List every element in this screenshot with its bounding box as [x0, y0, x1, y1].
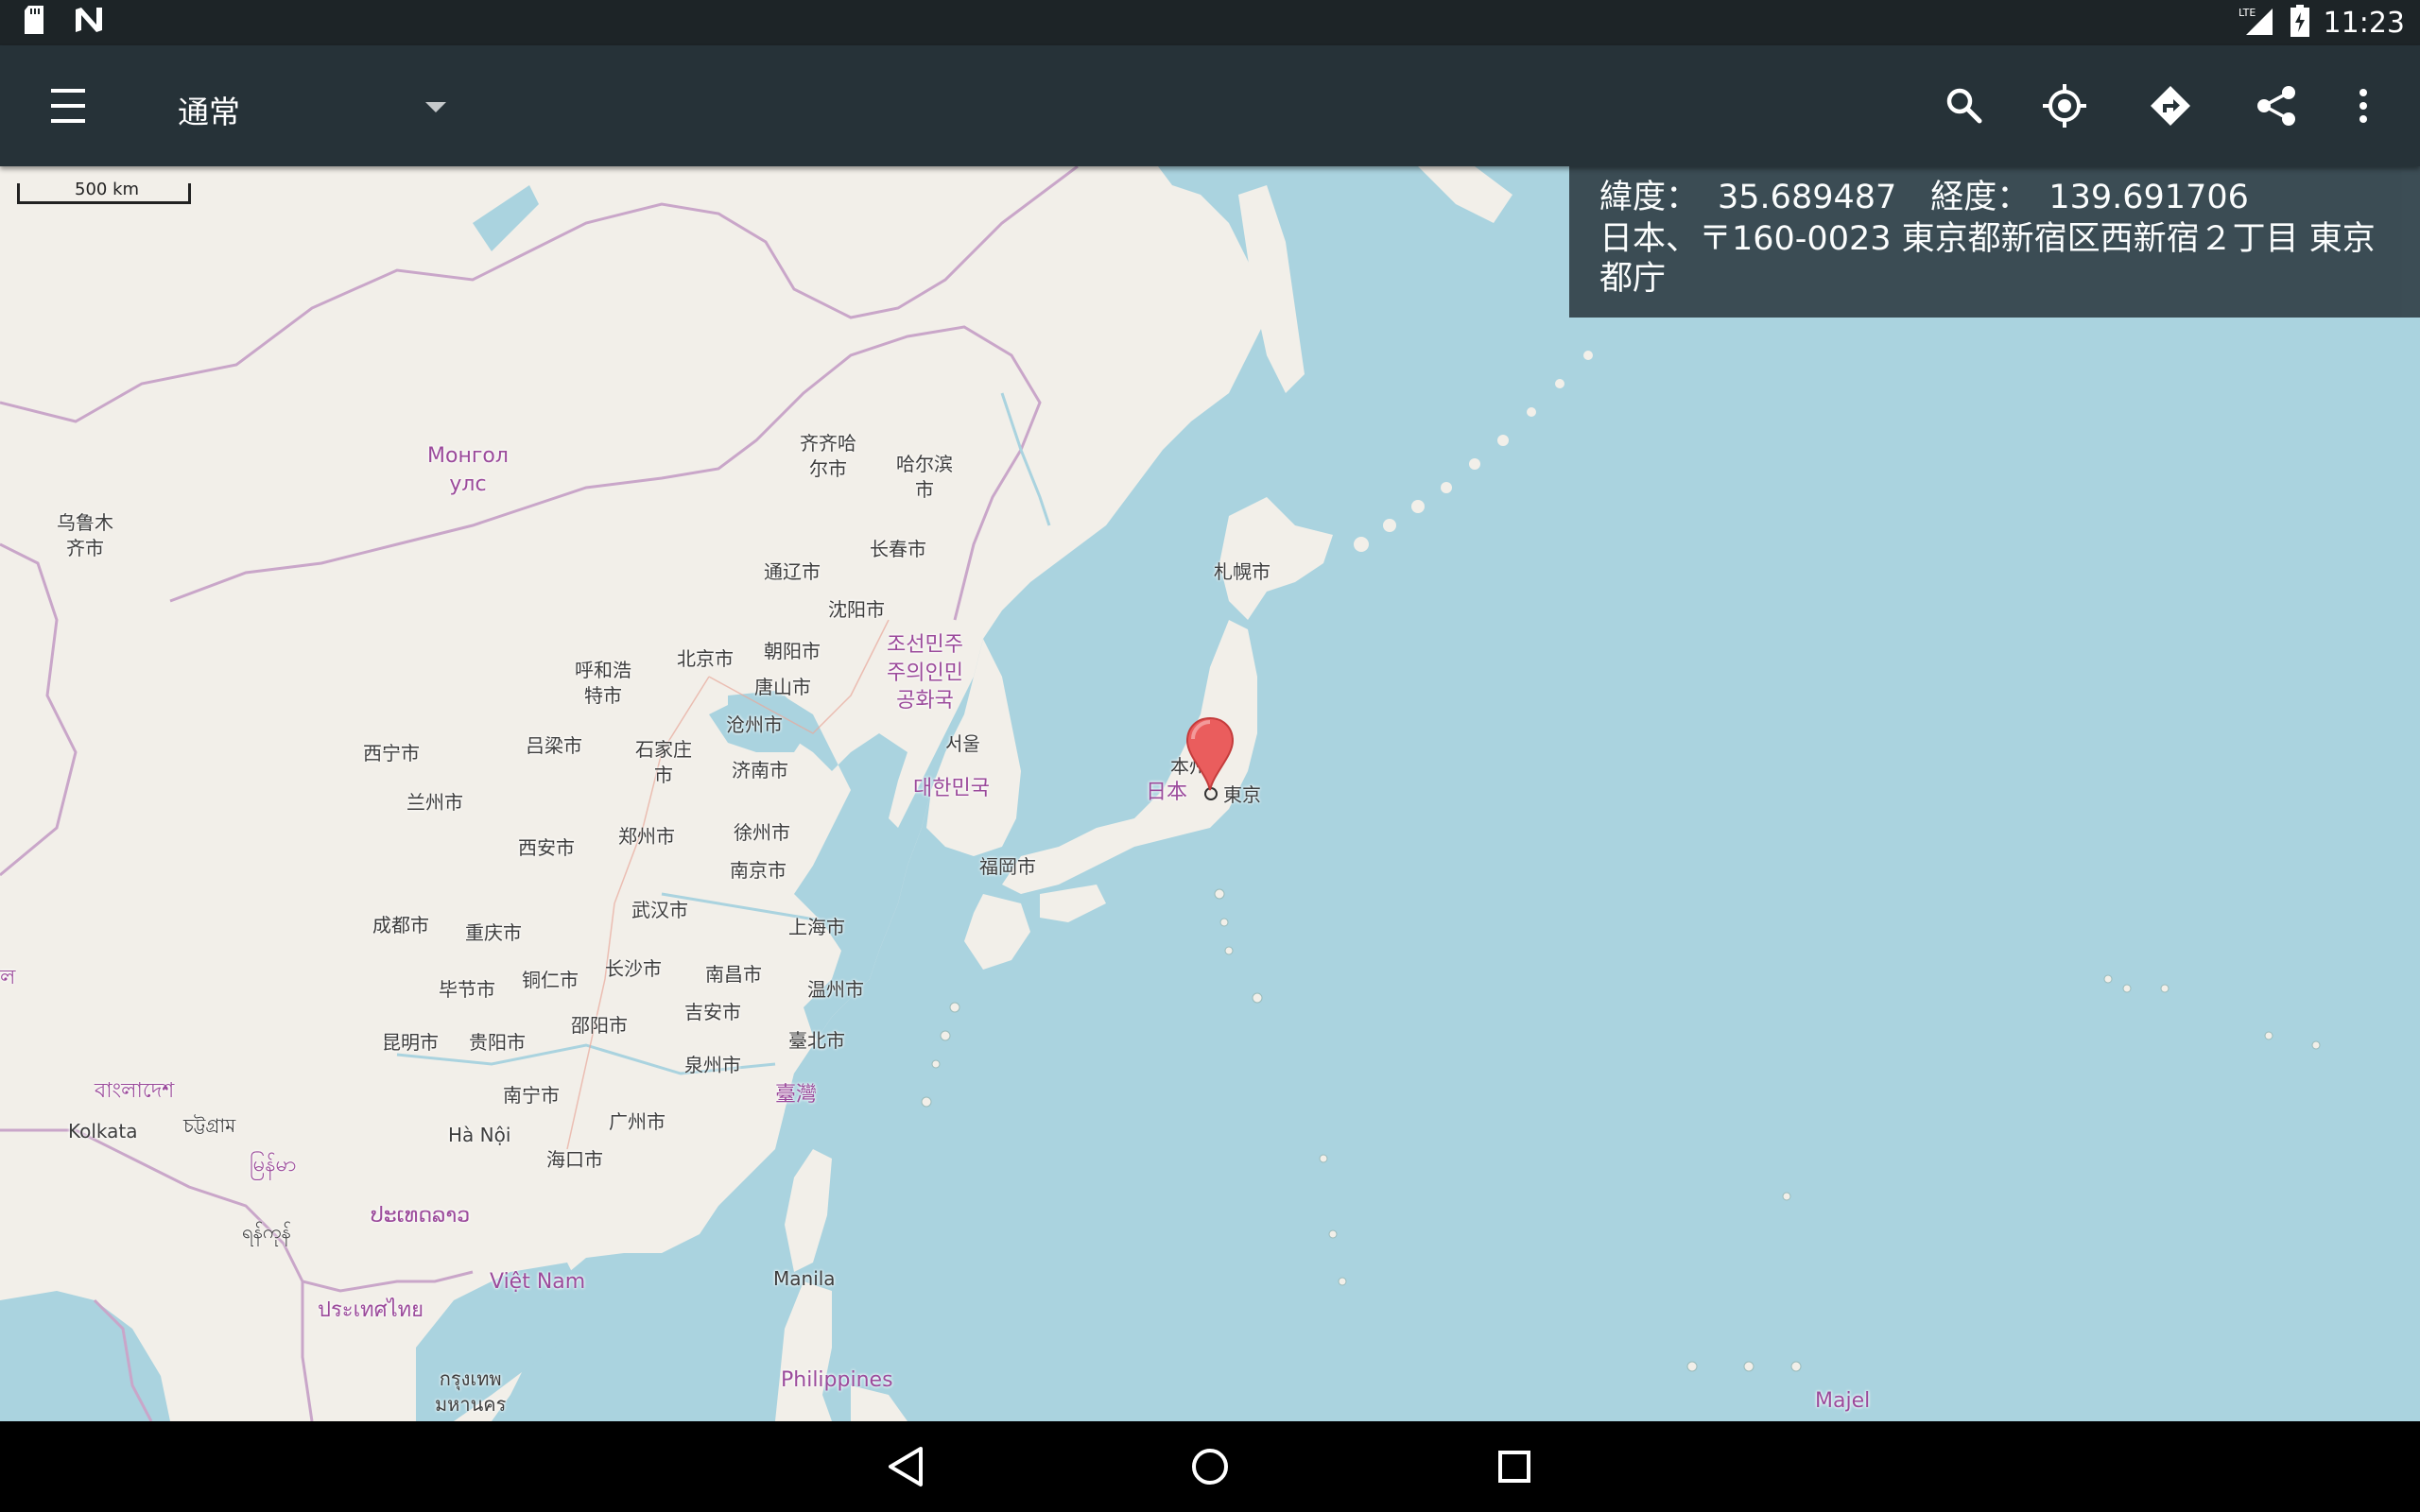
longitude-value: 139.691706: [2048, 179, 2249, 216]
coordinates-row: 緯度： 35.689487 経度： 139.691706: [1599, 176, 2390, 219]
latitude-value: 35.689487: [1718, 179, 1897, 216]
label-mongolia: Монгол улс: [427, 444, 509, 496]
status-bar: LTE 11:23: [0, 0, 2420, 45]
label-yangon: ရန်ကုန်: [242, 1220, 291, 1243]
label-shanghai: 上海市: [788, 916, 845, 938]
label-chaoyang: 朝阳市: [764, 640, 821, 662]
label-myanmar: မြန်မာ: [250, 1153, 297, 1177]
label-hanoi: Hà Nội: [448, 1124, 511, 1146]
map-type-selected: 通常: [178, 94, 240, 130]
label-nanjing: 南京市: [730, 859, 786, 882]
longitude-label: 経度：: [1930, 179, 2031, 216]
label-hohhot: 呼和浩 特市: [575, 659, 631, 707]
label-seoul: 서울: [945, 732, 980, 755]
label-philippines: Philippines: [781, 1368, 893, 1392]
label-bangladesh: বাংলাদেশ: [95, 1079, 175, 1103]
label-chittagong: চট্টগ্রাম: [183, 1114, 236, 1137]
address-text: 日本、〒160-0023 東京都新宿区西新宿２丁目 東京都庁: [1599, 220, 2376, 298]
label-beijing: 北京市: [677, 647, 734, 670]
latitude-label: 緯度：: [1599, 179, 1700, 216]
share-icon[interactable]: [2246, 76, 2307, 136]
map-type-spinner[interactable]: 通常: [151, 68, 454, 144]
directions-icon[interactable]: [2140, 76, 2201, 136]
label-cangzhou: 沧州市: [726, 713, 783, 736]
label-shenyang: 沈阳市: [828, 598, 885, 621]
label-kolkata: Kolkata: [68, 1120, 138, 1143]
more-vert-icon[interactable]: [2333, 76, 2394, 136]
lte-signal-icon: LTE: [2238, 5, 2276, 41]
label-harbin: 哈尔滨市: [896, 453, 953, 501]
label-wenzhou: 温州市: [807, 978, 864, 1001]
label-shaoyang: 邵阳市: [571, 1014, 628, 1037]
location-marker-icon[interactable]: [1185, 716, 1235, 792]
label-qiqihar: 齐齐哈 尔市: [800, 432, 856, 480]
label-tangshan: 唐山市: [754, 676, 811, 698]
label-taipei: 臺北市: [788, 1029, 845, 1052]
label-shijiazhuang: 石家庄市: [635, 738, 692, 786]
scale-label: 500 km: [75, 180, 140, 199]
label-chongqing: 重庆市: [465, 921, 522, 944]
label-changsha: 长沙市: [605, 957, 662, 980]
label-jinan: 济南市: [732, 759, 788, 782]
label-rok: 대한민국: [913, 777, 990, 800]
label-xining: 西宁市: [363, 742, 420, 765]
label-zhengzhou: 郑州市: [618, 825, 675, 848]
label-xian: 西安市: [518, 836, 575, 859]
clock: 11:23: [2323, 6, 2405, 40]
home-icon[interactable]: [1182, 1438, 1238, 1495]
svg-text:LTE: LTE: [2238, 7, 2256, 19]
label-fukuoka: 福岡市: [979, 855, 1036, 878]
app-toolbar: 通常: [0, 45, 2420, 166]
label-lanzhou: 兰州市: [406, 791, 463, 814]
hamburger-menu-icon[interactable]: [38, 83, 98, 129]
label-tongren: 铜仁市: [522, 969, 579, 991]
label-nanchang: 南昌市: [705, 963, 762, 986]
label-sapporo: 札幌市: [1214, 560, 1270, 583]
label-kunming: 昆明市: [382, 1031, 439, 1054]
back-icon[interactable]: [877, 1438, 934, 1495]
recents-icon[interactable]: [1486, 1438, 1543, 1495]
label-chengdu: 成都市: [372, 914, 429, 936]
label-changchun: 长春市: [870, 538, 926, 560]
dropdown-arrow-icon: [425, 102, 446, 112]
n-notification-icon: [74, 6, 104, 38]
label-manila: Manila: [773, 1267, 836, 1290]
label-bijie: 毕节市: [439, 978, 495, 1001]
label-nanning: 南宁市: [503, 1084, 560, 1107]
scale-bar: 500 km: [17, 180, 191, 204]
label-wuhan: 武汉市: [631, 899, 688, 921]
label-haikou: 海口市: [546, 1148, 603, 1171]
label-laos: ປະເທດລາວ: [371, 1204, 471, 1228]
label-xuzhou: 徐州市: [734, 821, 790, 844]
label-india-edge: ল: [0, 966, 16, 989]
label-bangkok: กรุงเทพ มหานคร: [435, 1367, 507, 1416]
label-tongliao: 通辽市: [764, 560, 821, 583]
label-lvliang: 吕梁市: [526, 734, 582, 757]
navigation-bar: [0, 1421, 2420, 1512]
label-japan: 日本: [1146, 781, 1188, 804]
location-info-panel[interactable]: 緯度： 35.689487 経度： 139.691706 日本、〒160-0023 東…: [1569, 166, 2420, 318]
label-guangzhou: 广州市: [609, 1110, 666, 1133]
map-view[interactable]: 500 km Монгол улс 乌鲁木 齐市 齐齐哈 尔市 哈尔滨市 长春市 通辽…: [0, 166, 2420, 1421]
label-dprk: 조선민주 주의인민 공화국: [887, 633, 963, 713]
label-quanzhou: 泉州市: [684, 1054, 741, 1076]
label-majel: Majel: [1815, 1389, 1871, 1413]
label-guiyang: 贵阳市: [469, 1031, 526, 1054]
sd-card-icon: [23, 6, 45, 38]
search-icon[interactable]: [1934, 76, 1995, 136]
label-taiwan: 臺灣: [775, 1083, 818, 1107]
label-vietnam: Việt Nam: [490, 1270, 586, 1294]
my-location-icon[interactable]: [2034, 76, 2095, 136]
label-jian: 吉安市: [684, 1001, 741, 1023]
map-tiles: [0, 166, 2321, 1421]
label-urumqi: 乌鲁木 齐市: [57, 511, 113, 559]
battery-charging-icon: [2290, 5, 2310, 41]
label-thailand: ประเทศไทย: [318, 1298, 424, 1322]
